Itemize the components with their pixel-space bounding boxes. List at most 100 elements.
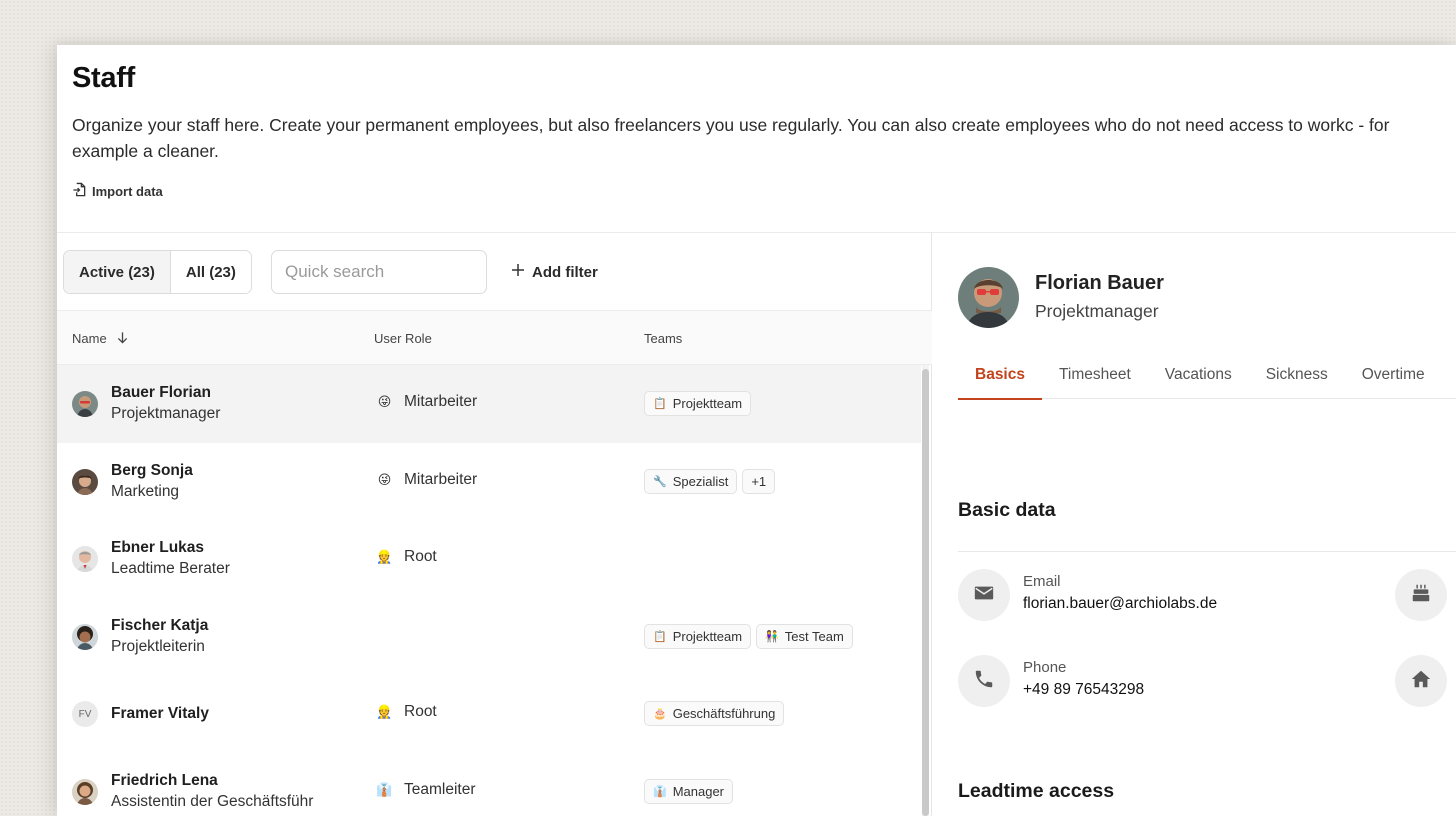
phone-icon-circle [958,655,1010,707]
role-cell: 😜 Mitarbeiter [376,393,478,411]
add-filter-label: Add filter [532,263,598,281]
staff-name: Friedrich Lena [111,771,218,789]
team-badge: 🔧 Spezialist [644,468,738,494]
staff-name: Berg Sonja [111,461,193,479]
add-filter-button[interactable]: Add filter [511,250,598,294]
role-label: Root [404,548,437,565]
name-cell: Friedrich Lena Assistentin der Geschäfts… [111,770,313,812]
role-emoji-icon: 😜 [377,471,392,487]
role-label: Mitarbeiter [404,470,478,488]
staff-detail-pane: Florian Bauer Projektmanager Basics Time… [933,233,1456,816]
team-badge: 📋 Projektteam [644,623,752,649]
teams-cell: 📋 Projektteam 👫 Test Team [644,623,853,649]
team-label: Projektteam [672,628,743,644]
column-teams-header[interactable]: Teams [644,311,682,366]
avatar-initials: FV [72,701,98,727]
phone-icon [973,668,995,695]
table-row[interactable]: Berg Sonja Marketing 😜 Mitarbeiter 🔧 Spe… [57,443,921,521]
more-teams-badge[interactable]: +1 [742,468,776,494]
team-badge: 🎂 Geschäftsführung [644,701,785,726]
tab-overtime[interactable]: Overtime [1345,351,1442,399]
birthday-icon-circle [1395,569,1447,621]
scrollbar-thumb[interactable] [922,369,929,816]
table-row[interactable]: Ebner Lukas Leadtime Berater 👷 Root [57,520,921,598]
table-row[interactable]: Friedrich Lena Assistentin der Geschäfts… [57,753,921,816]
tab-sickness[interactable]: Sickness [1249,351,1345,399]
table-row[interactable]: Fischer Katja Projektleiterin 📋 Projektt… [57,598,921,676]
column-name-header[interactable]: Name [72,311,129,366]
detail-avatar [958,267,1019,328]
filter-all-button[interactable]: All (23) [169,251,251,293]
role-cell: 😜 Mitarbeiter [376,470,478,489]
column-role-header[interactable]: User Role [374,311,432,366]
page-description: Organize your staff here. Create your pe… [72,115,1390,161]
list-scrollbar[interactable] [922,365,929,816]
quick-search-input[interactable] [271,250,487,294]
team-badge: 📋 Projektteam [644,391,752,416]
status-filter: Active (23) All (23) [63,250,252,294]
name-cell: Framer Vitaly [111,703,209,724]
role-emoji-icon: 👷 [376,549,393,564]
staff-position: Assistentin der Geschäftsführ [111,792,314,810]
email-icon-circle [958,569,1010,621]
home-icon-circle [1395,655,1447,707]
avatar [72,546,98,572]
page-title: Staff [72,62,135,94]
staff-panel: Staff Organize your staff here. Create y… [57,45,1456,816]
file-import-icon [72,182,87,200]
column-name-label: Name [72,331,107,346]
import-data-button[interactable]: Import data [72,182,163,200]
staff-position: Projektleiterin [111,637,205,655]
staff-position: Marketing [111,482,180,500]
staff-table-body: Bauer Florian Projektmanager 😜 Mitarbeit… [57,365,921,816]
team-emoji-icon: 📋 [653,630,667,643]
staff-list-pane: Active (23) All (23) Add filter Name Use… [57,233,932,816]
home-icon [1410,668,1432,695]
email-value[interactable]: florian.bauer@archiolabs.de [1023,595,1217,613]
teams-cell: 👔 Manager [644,778,734,804]
role-emoji-icon: 😜 [377,394,392,409]
name-cell: Berg Sonja Marketing [111,460,193,502]
team-label: Geschäftsführung [672,706,776,721]
phone-row: Phone +49 89 76543298 [958,655,1456,709]
team-badge: 👫 Test Team [756,623,853,649]
avatar [72,778,98,805]
email-row: Email florian.bauer@archiolabs.de [958,569,1456,623]
team-label: Manager [672,783,725,799]
birthday-cake-icon [1410,582,1432,609]
team-label: Projektteam [672,396,743,411]
sort-arrow-down-icon [107,331,129,347]
role-label: Mitarbeiter [404,393,478,410]
phone-value[interactable]: +49 89 76543298 [1023,681,1144,699]
role-cell: 👔 Teamleiter [376,781,475,799]
staff-position: Leadtime Berater [111,560,230,577]
tab-timesheet[interactable]: Timesheet [1042,351,1148,399]
name-cell: Bauer Florian Projektmanager [111,382,220,424]
role-cell: 👷 Root [376,548,437,566]
team-emoji-icon: 👔 [653,785,667,798]
staff-name: Bauer Florian [111,384,211,401]
leadtime-access-title: Leadtime access [958,780,1115,802]
envelope-icon [973,582,995,609]
detail-role: Projektmanager [1035,301,1159,321]
name-cell: Ebner Lukas Leadtime Berater [111,537,230,579]
table-header: Name User Role Teams [57,310,932,365]
plus-icon [511,263,525,281]
role-emoji-icon: 👔 [376,781,393,797]
teams-cell: 🔧 Spezialist +1 [644,468,776,494]
tab-vacations[interactable]: Vacations [1148,351,1249,399]
team-badge: 👔 Manager [644,778,734,804]
name-cell: Fischer Katja Projektleiterin [111,615,208,657]
detail-name: Florian Bauer [1035,272,1164,294]
team-emoji-icon: 👫 [765,630,779,643]
filter-active-button[interactable]: Active (23) [64,251,170,293]
team-emoji-icon: 🎂 [653,708,667,720]
staff-position: Projektmanager [111,405,221,422]
avatar [72,468,98,495]
avatar [72,623,98,650]
table-row[interactable]: FV Framer Vitaly 👷 Root 🎂 Geschäftsführu… [57,675,921,753]
tab-basics[interactable]: Basics [958,351,1042,400]
table-row[interactable]: Bauer Florian Projektmanager 😜 Mitarbeit… [57,365,921,443]
page-header: Staff Organize your staff here. Create y… [57,45,1456,233]
role-emoji-icon: 👷 [376,704,393,719]
